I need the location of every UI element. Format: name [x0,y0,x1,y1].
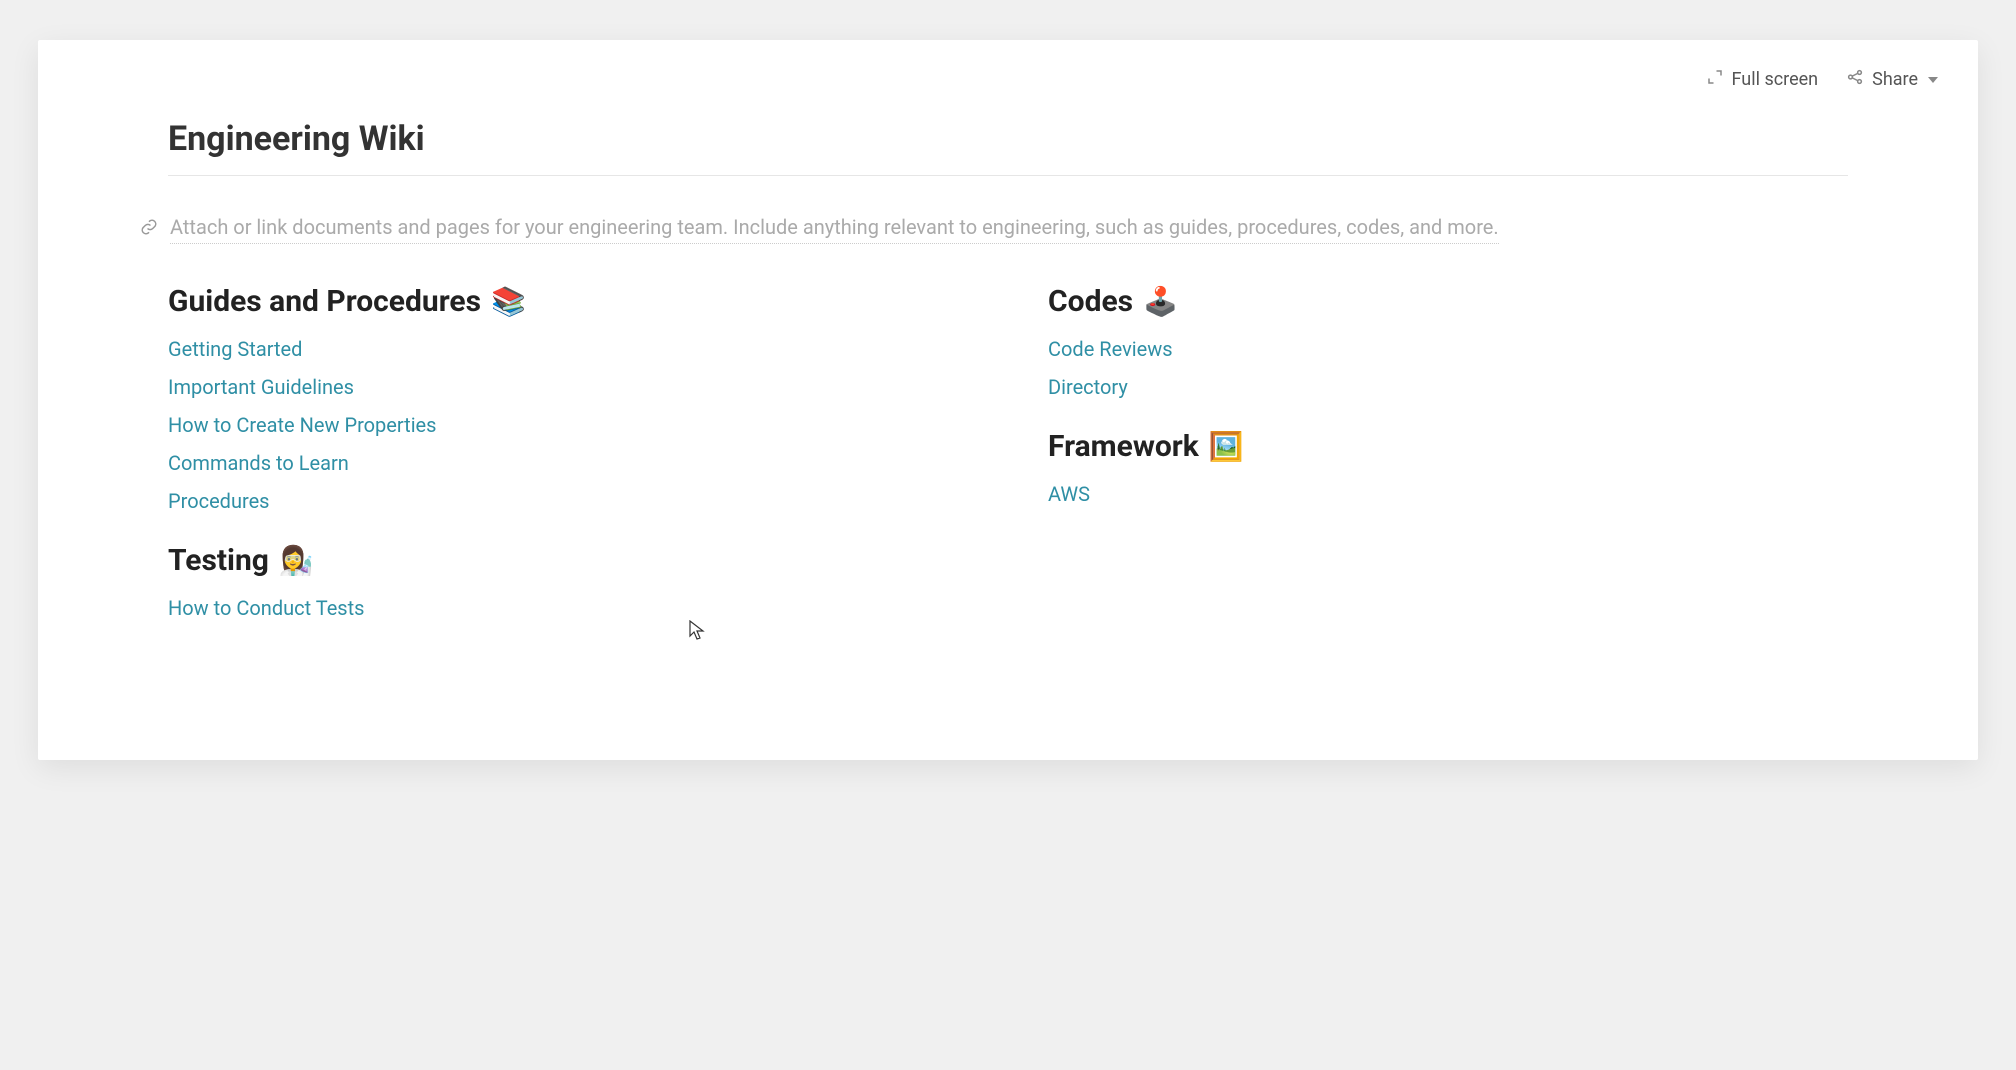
section-guides-title: Guides and Procedures 📚 [168,284,968,319]
link-commands-to-learn[interactable]: Commands to Learn [168,451,968,475]
share-icon [1846,68,1864,91]
section-guides-title-text: Guides and Procedures [168,284,481,319]
share-label: Share [1872,69,1918,90]
share-button[interactable]: Share [1846,68,1938,91]
section-testing-title-text: Testing [168,543,269,578]
section-codes-title-text: Codes [1048,284,1133,319]
section-codes-links: Code Reviews Directory [1048,337,1848,399]
scientist-icon: 👩‍🔬 [279,544,314,577]
content-area: Engineering Wiki Attach or link document… [38,119,1978,650]
link-directory[interactable]: Directory [1048,375,1848,399]
section-framework-links: AWS [1048,482,1848,506]
chevron-down-icon [1928,77,1938,83]
section-guides: Guides and Procedures 📚 Getting Started … [168,284,968,513]
right-column: Codes 🕹️ Code Reviews Directory Framewor… [1048,284,1848,650]
page-title: Engineering Wiki [168,119,1848,176]
link-code-reviews[interactable]: Code Reviews [1048,337,1848,361]
fullscreen-button[interactable]: Full screen [1706,68,1819,91]
section-testing-links: How to Conduct Tests [168,596,968,620]
link-create-new-properties[interactable]: How to Create New Properties [168,413,968,437]
link-aws[interactable]: AWS [1048,482,1848,506]
link-procedures[interactable]: Procedures [168,489,968,513]
link-important-guidelines[interactable]: Important Guidelines [168,375,968,399]
picture-icon: 🖼️ [1209,430,1244,463]
section-testing: Testing 👩‍🔬 How to Conduct Tests [168,543,968,620]
section-framework: Framework 🖼️ AWS [1048,429,1848,506]
section-guides-links: Getting Started Important Guidelines How… [168,337,968,513]
section-codes: Codes 🕹️ Code Reviews Directory [1048,284,1848,399]
section-codes-title: Codes 🕹️ [1048,284,1848,319]
fullscreen-icon [1706,68,1724,91]
fullscreen-label: Full screen [1732,69,1819,90]
toolbar: Full screen Share [38,68,1978,119]
section-framework-title: Framework 🖼️ [1048,429,1848,464]
link-conduct-tests[interactable]: How to Conduct Tests [168,596,968,620]
section-framework-title-text: Framework [1048,429,1199,464]
wiki-page: Full screen Share Engineering Wiki Attac… [38,40,1978,760]
joystick-icon: 🕹️ [1143,285,1178,318]
page-description[interactable]: Attach or link documents and pages for y… [170,212,1499,244]
left-column: Guides and Procedures 📚 Getting Started … [168,284,968,650]
description-row: Attach or link documents and pages for y… [140,212,1848,244]
link-getting-started[interactable]: Getting Started [168,337,968,361]
columns: Guides and Procedures 📚 Getting Started … [168,284,1848,650]
section-testing-title: Testing 👩‍🔬 [168,543,968,578]
link-icon [140,218,158,240]
books-icon: 📚 [491,285,526,318]
